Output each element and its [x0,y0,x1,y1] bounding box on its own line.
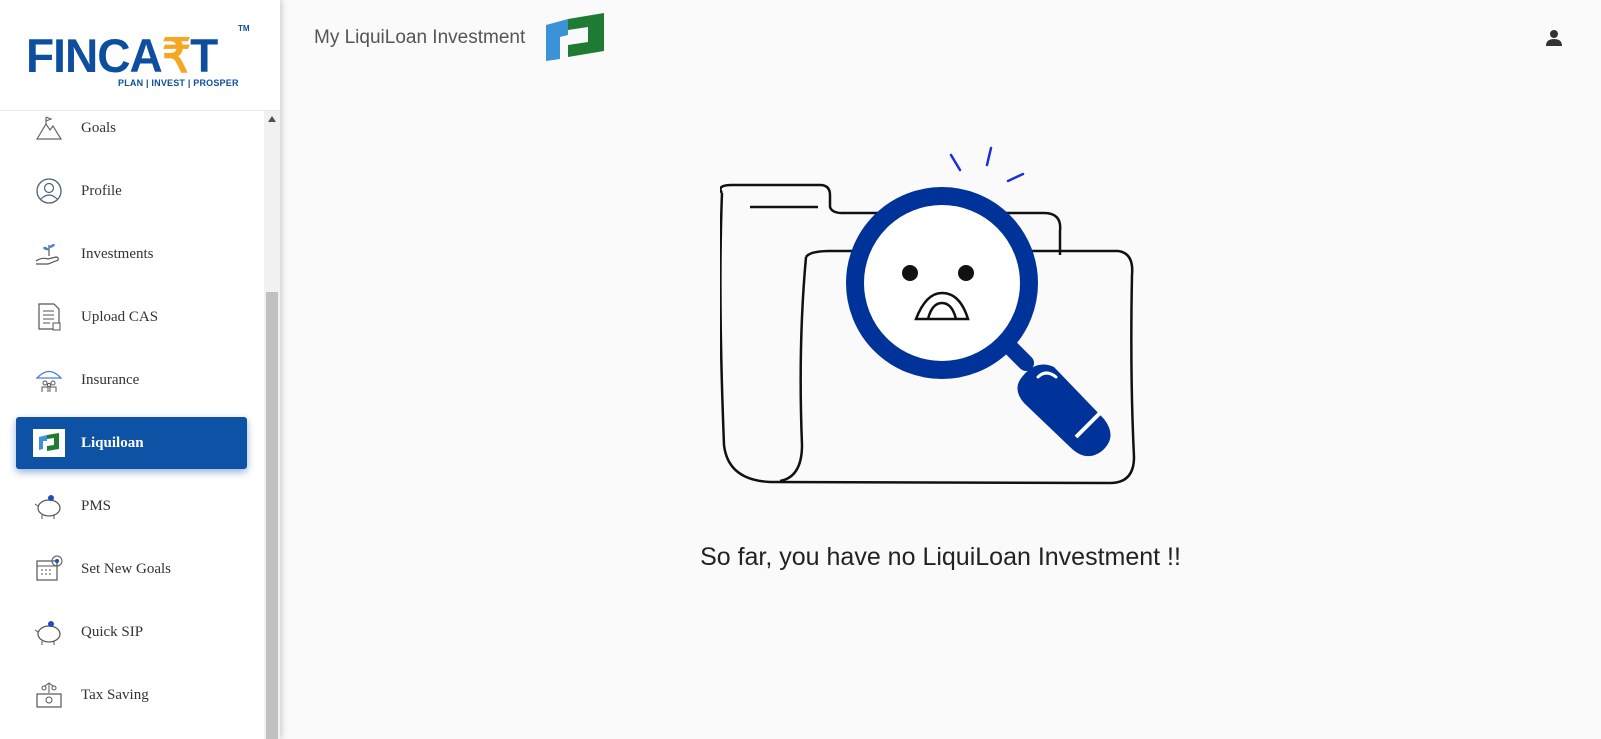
sidebar-item-label: Quick SIP [81,623,144,640]
scroll-up-arrow-icon[interactable] [268,116,276,122]
sidebar-menu: Goals Profile Investments Upload CAS Ins… [0,111,264,739]
logo-wordmark: FINCA₹T [26,29,218,82]
sidebar-item-upload-cas[interactable]: Upload CAS [16,291,247,343]
folder-magnifier-sad-face-illustration [719,145,1160,505]
sidebar-item-quick-sip[interactable]: Quick SIP [16,606,247,658]
sidebar-item-goals[interactable]: Goals [16,111,247,154]
piggy-bank-icon [32,615,66,649]
liquiloan-icon [32,426,66,460]
sidebar-item-label: Set New Goals [81,560,171,577]
sidebar: FINCA₹T TM PLAN | INVEST | PROSPER Goals… [0,0,280,739]
empty-state-message: So far, you have no LiquiLoan Investment… [700,543,1181,571]
sidebar-item-tax-saving[interactable]: Tax Saving [16,669,247,721]
sidebar-item-label: Insurance [81,371,140,388]
sidebar-item-label: Tax Saving [81,686,149,703]
calendar-target-icon [32,552,66,586]
sidebar-scrollbar[interactable] [264,111,280,739]
investments-hand-icon [32,237,66,271]
liquiloan-logo [546,13,604,63]
piggy-bank-icon [32,489,66,523]
page-title: My LiquiLoan Investment [314,27,526,48]
sidebar-item-profile[interactable]: Profile [16,165,247,217]
tax-saving-icon [32,678,66,712]
logo-trademark: TM [238,24,250,33]
goals-mountain-icon [32,111,66,145]
sidebar-item-label: Upload CAS [81,308,159,325]
sidebar-item-label: Investments [81,245,154,262]
sidebar-item-label: Goals [81,119,116,136]
user-icon[interactable] [1544,28,1564,48]
sidebar-item-label: PMS [81,497,112,514]
sidebar-item-investments[interactable]: Investments [16,228,247,280]
document-icon [32,300,66,334]
sidebar-item-label: Liquiloan [81,434,144,451]
scrollbar-thumb[interactable] [266,292,278,739]
sidebar-item-insurance[interactable]: Insurance [16,354,247,406]
fincart-logo[interactable]: FINCA₹T TM PLAN | INVEST | PROSPER [26,22,256,92]
umbrella-family-icon [32,363,66,397]
sidebar-item-liquiloan[interactable]: Liquiloan [16,417,247,469]
sidebar-item-label: Profile [81,182,122,199]
sidebar-item-pms[interactable]: PMS [16,480,247,532]
profile-icon [32,174,66,208]
logo-area: FINCA₹T TM PLAN | INVEST | PROSPER [0,0,280,111]
logo-tagline: PLAN | INVEST | PROSPER [118,78,239,88]
sidebar-item-set-new-goals[interactable]: Set New Goals [16,543,247,595]
